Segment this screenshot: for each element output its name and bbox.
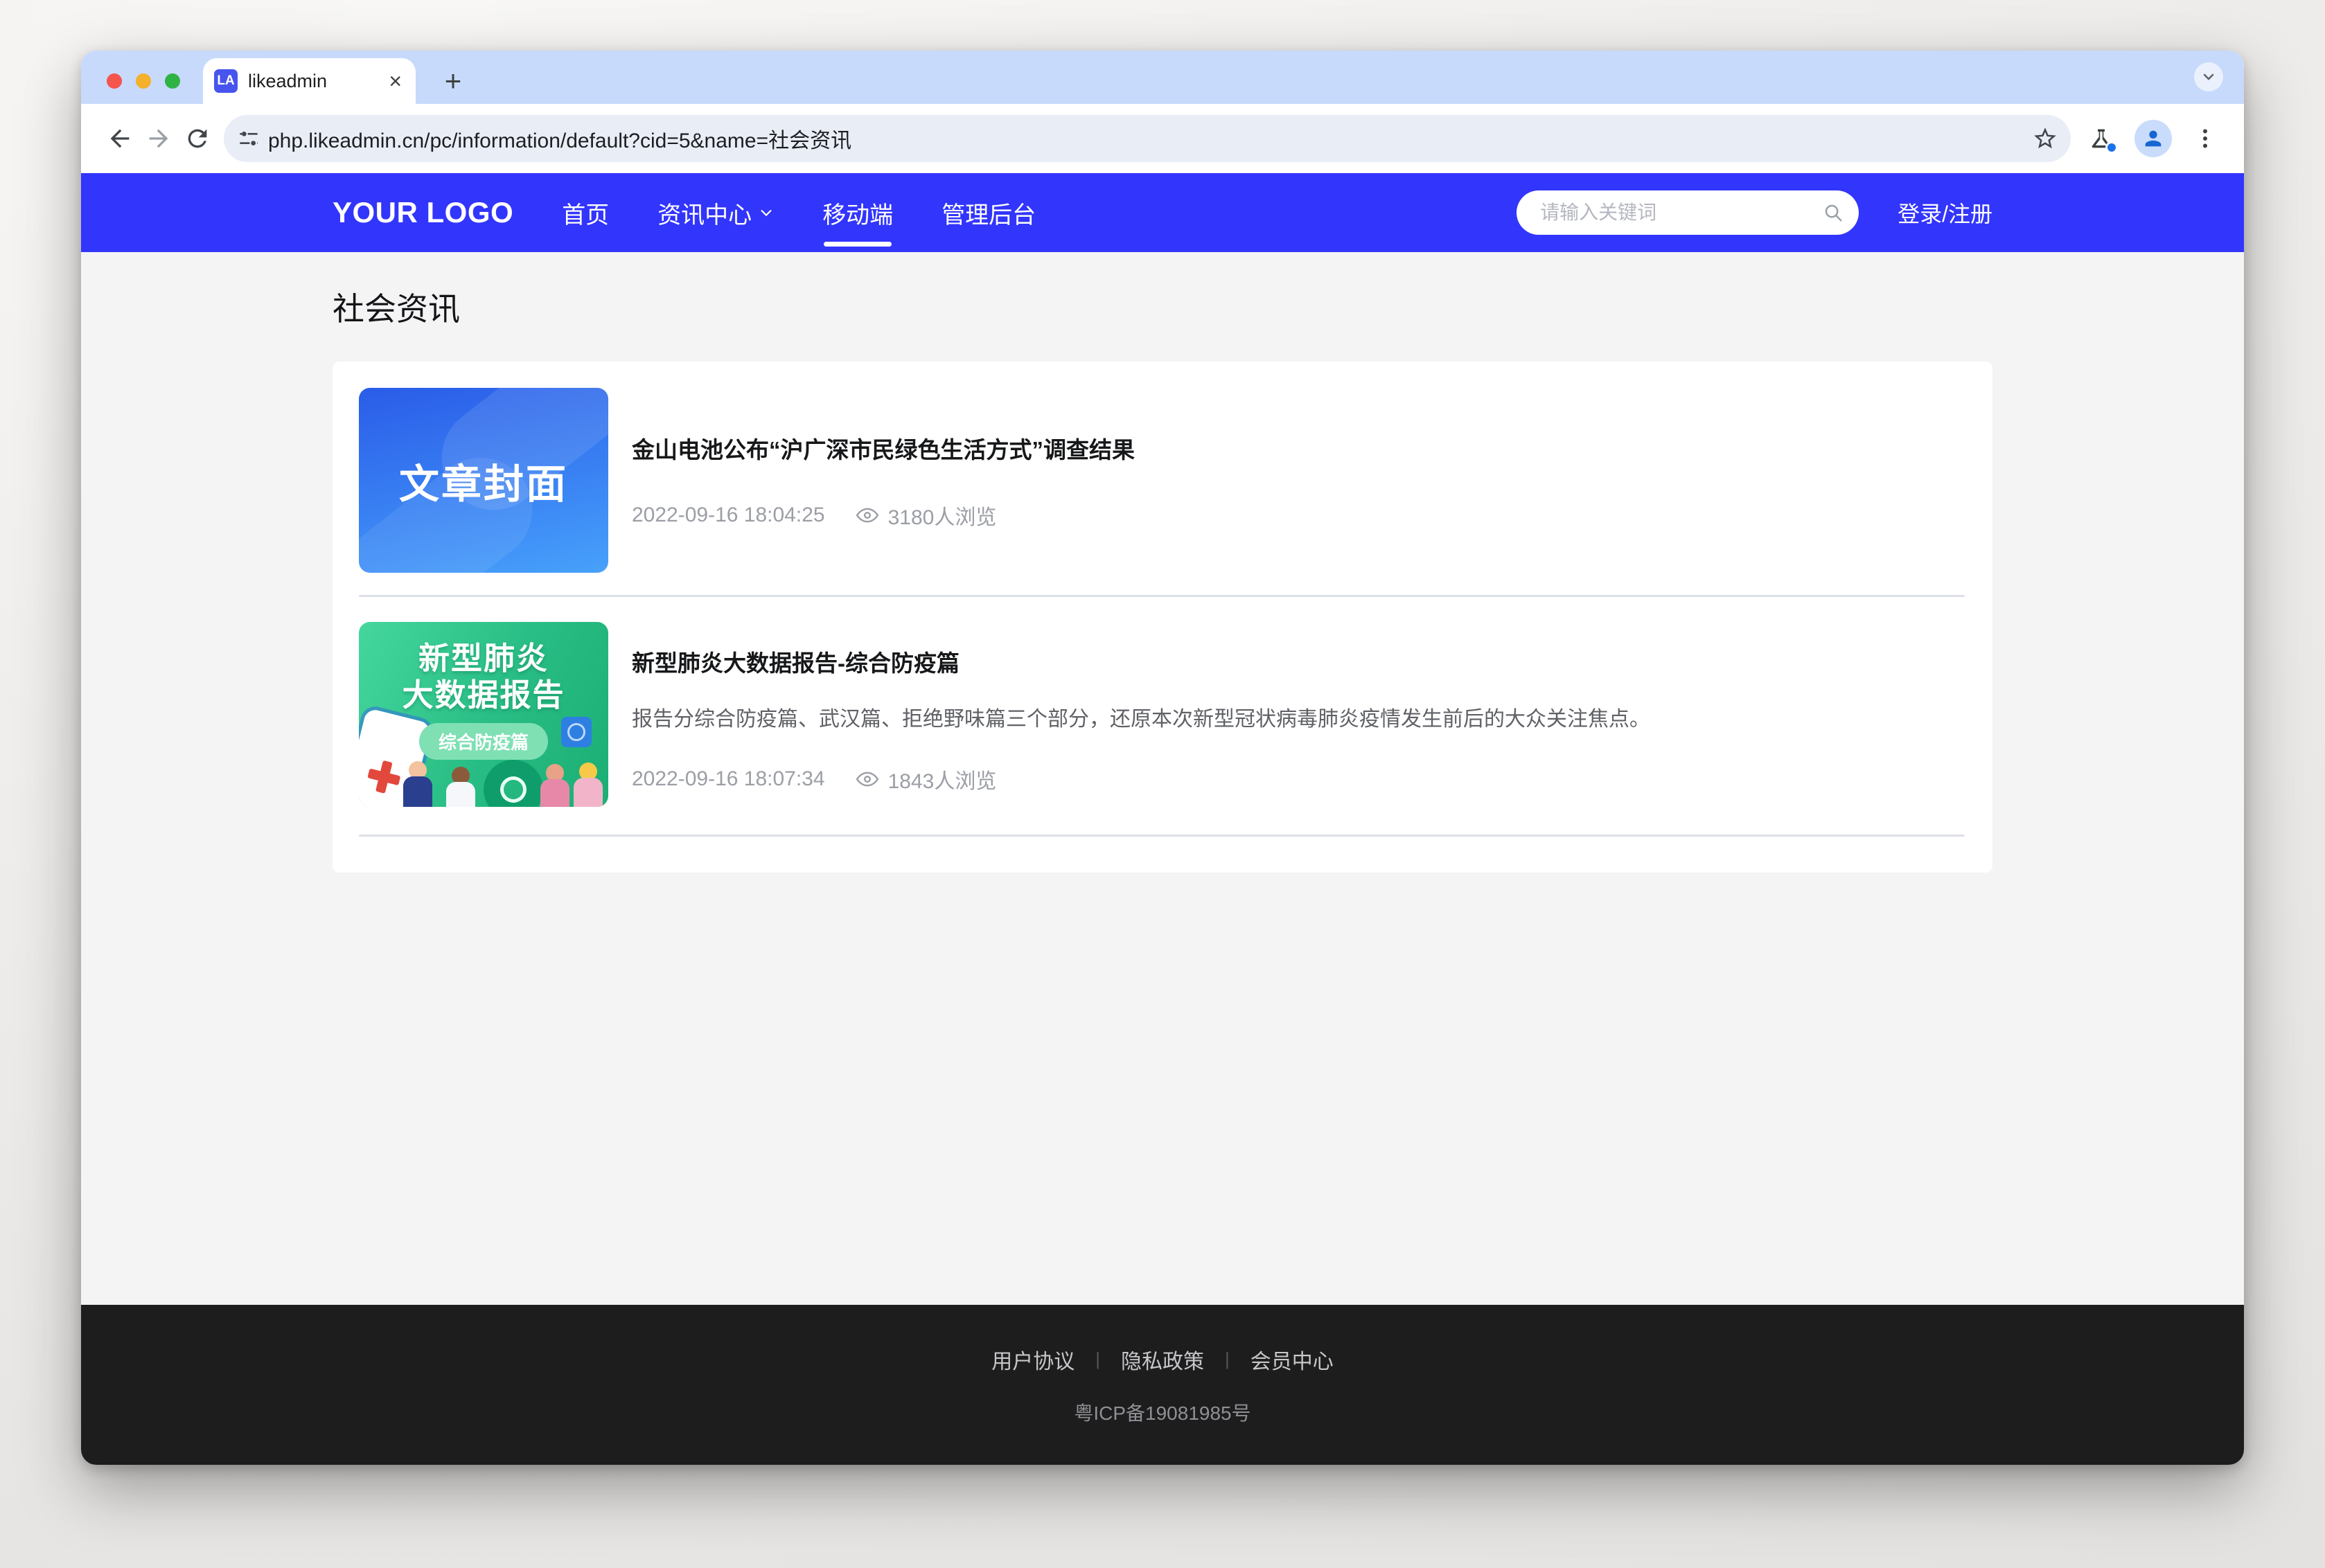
footer-links: 用户协议 | 隐私政策 | 会员中心 [991,1344,1334,1375]
browser-window: LA likeadmin × + [81,51,2244,1465]
window-minimize-button[interactable] [136,73,151,89]
back-button[interactable] [100,119,139,158]
bookmark-star-icon[interactable] [2032,125,2058,152]
forward-arrow-icon [145,125,173,152]
article-views: 3180人浏览 [856,500,997,531]
new-tab-button[interactable]: + [436,64,470,98]
site-logo[interactable]: YOUR LOGO [333,196,513,229]
article-thumbnail[interactable]: 文章封面 [359,388,608,573]
page-title: 社会资讯 [333,284,1992,330]
url-text[interactable]: php.likeadmin.cn/pc/information/default?… [268,123,2032,154]
footer-separator: | [1225,1348,1230,1370]
toolbar-right-icons [2082,119,2225,158]
window-close-button[interactable] [107,73,122,89]
search-icon[interactable] [1823,202,1844,223]
article-list-card: 文章封面 金山电池公布“沪广深市民绿色生活方式”调查结果 2022-09-16 … [333,362,1992,873]
nav-item-admin[interactable]: 管理后台 [942,196,1036,230]
page-content: 社会资讯 文章封面 金山电池公布“沪广深市民绿色生活方式”调查结果 2022-0… [81,252,2244,1305]
forward-button[interactable] [139,119,178,158]
nav-item-home[interactable]: 首页 [562,196,609,230]
article-item[interactable]: 文章封面 金山电池公布“沪广深市民绿色生活方式”调查结果 2022-09-16 … [359,388,1965,573]
watch-illustration [476,752,551,807]
search-input[interactable] [1540,202,1823,224]
favicon: LA [214,69,238,93]
person-icon [2141,127,2165,150]
footer-separator: | [1095,1348,1100,1370]
address-bar[interactable]: php.likeadmin.cn/pc/information/default?… [224,115,2071,162]
kebab-menu-icon [2193,126,2218,151]
nav-links: 首页 资讯中心 移动端 管理后台 [562,196,1036,230]
site-settings-button[interactable] [229,119,268,158]
article-thumbnail[interactable]: 新型肺炎 大数据报告 综合防疫篇 [359,622,608,807]
views-eye-icon [856,770,879,788]
chevron-down-icon [2200,69,2217,85]
nav-item-news-center[interactable]: 资讯中心 [657,196,774,230]
views-eye-icon [856,506,879,524]
views-count: 3180人浏览 [888,500,997,531]
tab-search-button[interactable] [2194,62,2223,91]
notification-dot [2105,141,2118,154]
experiments-button[interactable] [2082,119,2121,158]
browser-tab[interactable]: LA likeadmin × [203,58,416,104]
divider [359,595,1965,597]
site-footer: 用户协议 | 隐私政策 | 会员中心 粤ICP备19081985号 [81,1305,2244,1465]
login-register-link[interactable]: 登录/注册 [1898,197,1992,229]
tune-icon [238,127,260,150]
views-count: 1843人浏览 [888,764,997,794]
fingerprint-illustration [561,717,592,747]
article-meta: 2022-09-16 18:07:34 1843人浏览 [632,764,1965,794]
article-views: 1843人浏览 [856,764,997,794]
keyword-search[interactable] [1517,190,1859,235]
person-illustration [540,764,569,807]
person-illustration [403,761,432,807]
footer-link-member-center[interactable]: 会员中心 [1250,1344,1334,1375]
window-zoom-button[interactable] [165,73,180,89]
tab-title: likeadmin [248,71,377,92]
tab-strip: LA likeadmin × + [81,51,2244,104]
reload-icon [184,125,211,152]
reload-button[interactable] [178,119,217,158]
thumbnail-text-line1: 新型肺炎 [359,640,608,677]
icp-record-number: 粤ICP备19081985号 [1074,1398,1250,1426]
back-arrow-icon [106,125,134,152]
browser-toolbar: php.likeadmin.cn/pc/information/default?… [81,104,2244,173]
person-illustration [574,763,603,807]
tab-close-icon[interactable]: × [387,70,403,92]
site-header: YOUR LOGO 首页 资讯中心 移动端 管理后台 [81,173,2244,252]
article-date: 2022-09-16 18:04:25 [632,504,825,527]
traffic-lights [107,73,180,89]
footer-link-privacy-policy[interactable]: 隐私政策 [1121,1344,1204,1375]
article-meta: 2022-09-16 18:04:25 3180人浏览 [632,500,1965,531]
browser-menu-button[interactable] [2186,119,2225,158]
article-title[interactable]: 新型肺炎大数据报告-综合防疫篇 [632,650,1965,677]
person-illustration [446,767,475,807]
thumbnail-text-line2: 大数据报告 [359,677,608,713]
nav-item-mobile[interactable]: 移动端 [822,196,893,230]
article-item[interactable]: 新型肺炎 大数据报告 综合防疫篇 新型肺炎大数据报告-综合防疫篇 报告分综合防 [359,622,1965,807]
profile-avatar[interactable] [2134,120,2172,157]
article-title[interactable]: 金山电池公布“沪广深市民绿色生活方式”调查结果 [632,436,1965,464]
thumbnail-badge: 综合防疫篇 [419,723,548,760]
thumbnail-text: 文章封面 [399,452,568,510]
article-date: 2022-09-16 18:07:34 [632,767,825,791]
article-description: 报告分综合防疫篇、武汉篇、拒绝野味篇三个部分，还原本次新型冠状病毒肺炎疫情发生前… [632,706,1965,733]
chevron-down-icon [759,205,774,220]
divider [359,835,1965,837]
footer-link-user-agreement[interactable]: 用户协议 [991,1344,1075,1375]
